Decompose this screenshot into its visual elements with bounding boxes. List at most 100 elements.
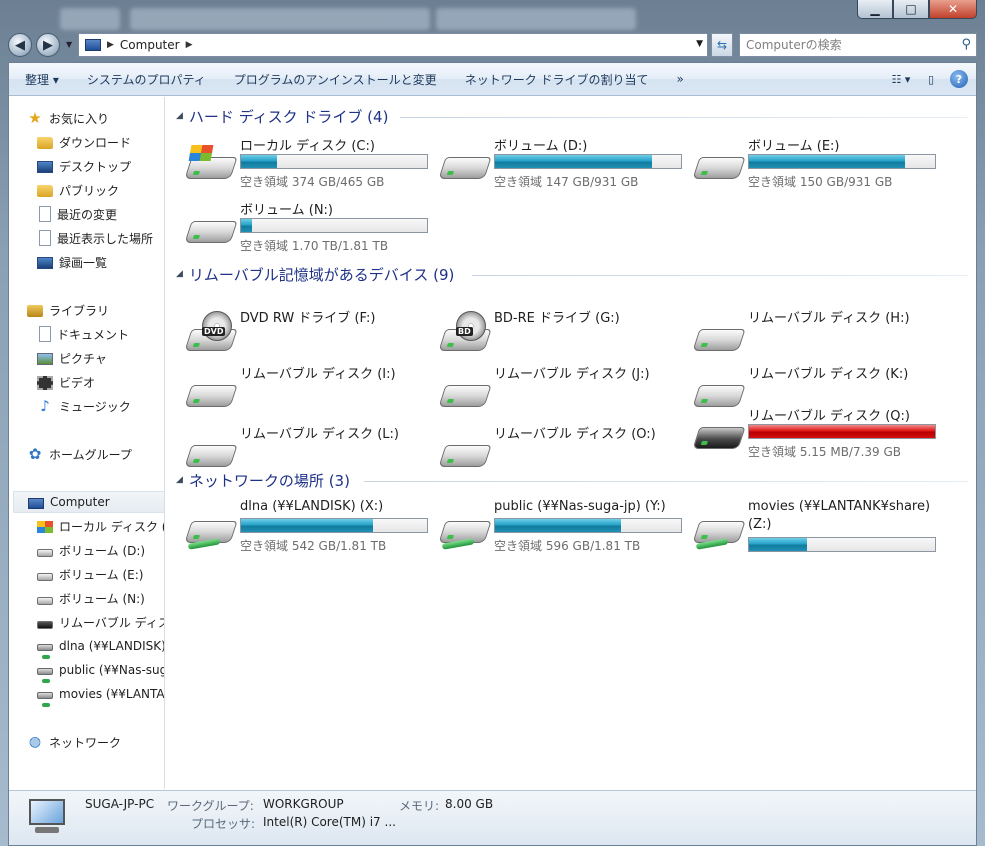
search-box[interactable]: ⚲ — [739, 33, 977, 57]
drive-label: リムーバブル ディスク (H:) — [748, 311, 910, 326]
nav-desktop[interactable]: デスクトップ — [37, 155, 131, 177]
nav-videos[interactable]: ビデオ — [37, 371, 95, 393]
drive-tile-o[interactable]: リムーバブル ディスク (O:) — [438, 423, 690, 481]
drive-tile-g[interactable]: BD BD-RE ドライブ (G:) — [438, 307, 690, 365]
removable-disk-icon — [438, 373, 492, 413]
nav-recordings[interactable]: 録画一覧 — [37, 251, 107, 273]
help-icon[interactable]: ? — [950, 70, 968, 88]
system-properties-button[interactable]: システムのプロパティ — [73, 71, 220, 88]
blurred-title-area — [436, 8, 636, 30]
bd-drive-icon: BD — [438, 311, 492, 357]
blurred-title-area — [60, 8, 120, 30]
drive-tile-d[interactable]: ボリューム (D:) 空き領域 147 GB/931 GB — [438, 135, 690, 193]
uninstall-program-button[interactable]: プログラムのアンインストールと変更 — [220, 71, 451, 88]
nav-removable[interactable]: リムーバブル ディス — [37, 611, 165, 633]
back-button[interactable]: ◀ — [8, 33, 32, 57]
nav-favorites[interactable]: ★ お気に入り — [27, 107, 109, 129]
chevron-down-icon[interactable]: ▼ — [696, 39, 703, 49]
view-options-icon[interactable]: ☷ ▾ — [890, 69, 912, 89]
drive-tile-z[interactable]: movies (¥¥LANTANK¥share) (Z:) — [692, 499, 944, 563]
preview-pane-icon[interactable]: ▯ — [920, 69, 942, 89]
nav-drive-c[interactable]: ローカル ディスク ( — [37, 515, 164, 537]
group-header-network[interactable]: ◢ ネットワークの場所 (3) — [176, 470, 350, 490]
nav-recent-places[interactable]: 最近表示した場所 — [37, 227, 153, 249]
map-network-drive-button[interactable]: ネットワーク ドライブの割り当て — [451, 71, 663, 88]
dvd-drive-icon: DVD — [184, 311, 238, 357]
search-icon[interactable]: ⚲ — [961, 37, 971, 52]
nav-drive-d[interactable]: ボリューム (D:) — [37, 539, 145, 561]
drive-label: BD-RE ドライブ (G:) — [494, 311, 620, 326]
nav-drive-e[interactable]: ボリューム (E:) — [37, 563, 143, 585]
nav-computer[interactable]: Computer — [13, 491, 164, 513]
nav-public[interactable]: パブリック — [37, 179, 119, 201]
nav-libraries[interactable]: ライブラリ — [27, 299, 109, 321]
nav-drive-n[interactable]: ボリューム (N:) — [37, 587, 145, 609]
nav-label: ドキュメント — [57, 327, 130, 342]
nav-label: dlna (¥¥LANDISK) — [59, 639, 165, 653]
address-bar[interactable]: ▶ Computer ▶ ▼ — [78, 33, 708, 57]
nav-pictures[interactable]: ピクチャ — [37, 347, 107, 369]
nav-network-z[interactable]: movies (¥¥LANTAI — [37, 683, 164, 707]
removable-disk-icon — [692, 415, 746, 455]
drive-tile-n[interactable]: ボリューム (N:) 空き領域 1.70 TB/1.81 TB — [184, 199, 436, 257]
more-commands-button[interactable]: » — [663, 72, 698, 86]
nav-label: ライブラリ — [49, 303, 110, 318]
group-header-hdd[interactable]: ◢ ハード ディスク ドライブ (4) — [176, 106, 388, 126]
free-space-text: 空き領域 5.15 MB/7.39 GB — [748, 445, 902, 459]
nav-network[interactable]: ◍ ネットワーク — [27, 731, 121, 753]
nav-documents[interactable]: ドキュメント — [37, 323, 129, 345]
drive-label: public (¥¥Nas-suga-jp) (Y:) — [494, 499, 666, 514]
drive-label: リムーバブル ディスク (I:) — [240, 367, 396, 382]
drive-tile-x[interactable]: dlna (¥¥LANDISK) (X:) 空き領域 542 GB/1.81 T… — [184, 499, 436, 557]
free-space-text: 空き領域 150 GB/931 GB — [748, 175, 893, 189]
removable-drive-icon — [37, 620, 53, 629]
drive-tile-i[interactable]: リムーバブル ディスク (I:) — [184, 363, 436, 421]
removable-disk-icon — [692, 317, 746, 357]
recent-pages-dropdown[interactable]: ▼ — [66, 40, 72, 49]
search-input[interactable] — [746, 38, 956, 52]
usage-bar — [240, 154, 428, 169]
group-header-removable[interactable]: ◢ リムーバブル記憶域があるデバイス (9) — [176, 264, 454, 284]
nav-label: Computer — [50, 495, 110, 509]
nav-downloads[interactable]: ダウンロード — [37, 131, 131, 153]
network-icon: ◍ — [28, 734, 42, 750]
forward-button[interactable]: ▶ — [36, 33, 60, 57]
drive-tile-e[interactable]: ボリューム (E:) 空き領域 150 GB/931 GB — [692, 135, 944, 193]
chevron-right-icon[interactable]: ▶ — [107, 40, 114, 50]
chevron-right-icon[interactable]: ▶ — [186, 40, 193, 50]
collapse-icon[interactable]: ◢ — [176, 111, 183, 121]
nav-homegroup[interactable]: ✿ ホームグループ — [27, 443, 132, 465]
usage-bar — [240, 518, 428, 533]
refresh-button[interactable]: ⇆ — [711, 33, 733, 57]
nav-label: リムーバブル ディス — [59, 615, 165, 630]
nav-network-y[interactable]: public (¥¥Nas-suga — [37, 659, 164, 683]
collapse-icon[interactable]: ◢ — [176, 475, 183, 485]
caption-buttons: ▁ □ ✕ — [857, 0, 977, 19]
drive-tile-f[interactable]: DVD DVD RW ドライブ (F:) — [184, 307, 436, 365]
nav-recent-changes[interactable]: 最近の変更 — [37, 203, 117, 225]
maximize-button[interactable]: □ — [893, 0, 929, 19]
usage-bar — [240, 218, 428, 233]
organize-button[interactable]: 整理 ▾ — [9, 71, 73, 88]
computer-icon — [28, 497, 44, 509]
minimize-button[interactable]: ▁ — [857, 0, 893, 19]
nav-label: 録画一覧 — [59, 255, 108, 270]
drive-tile-q[interactable]: リムーバブル ディスク (Q:) 空き領域 5.15 MB/7.39 GB — [692, 405, 944, 463]
usage-bar — [748, 424, 936, 439]
drive-tile-h[interactable]: リムーバブル ディスク (H:) — [692, 307, 944, 365]
drive-icon — [37, 596, 53, 605]
breadcrumb-computer[interactable]: Computer — [120, 38, 180, 52]
picture-icon — [37, 353, 53, 365]
hard-drive-icon — [692, 145, 746, 185]
drive-tile-c[interactable]: ローカル ディスク (C:) 空き領域 374 GB/465 GB — [184, 135, 436, 193]
nav-network-x[interactable]: dlna (¥¥LANDISK) — [37, 635, 165, 659]
navigation-row: ◀ ▶ ▼ ▶ Computer ▶ ▼ ⇆ ⚲ — [8, 32, 977, 58]
collapse-icon[interactable]: ◢ — [176, 269, 183, 279]
drive-tile-j[interactable]: リムーバブル ディスク (J:) — [438, 363, 690, 421]
network-drive-icon — [438, 509, 492, 550]
drive-tile-y[interactable]: public (¥¥Nas-suga-jp) (Y:) 空き領域 596 GB/… — [438, 499, 690, 557]
nav-music[interactable]: ♪ ミュージック — [37, 395, 131, 417]
group-divider — [364, 481, 968, 482]
close-button[interactable]: ✕ — [929, 0, 977, 19]
recent-places-icon — [39, 230, 51, 246]
